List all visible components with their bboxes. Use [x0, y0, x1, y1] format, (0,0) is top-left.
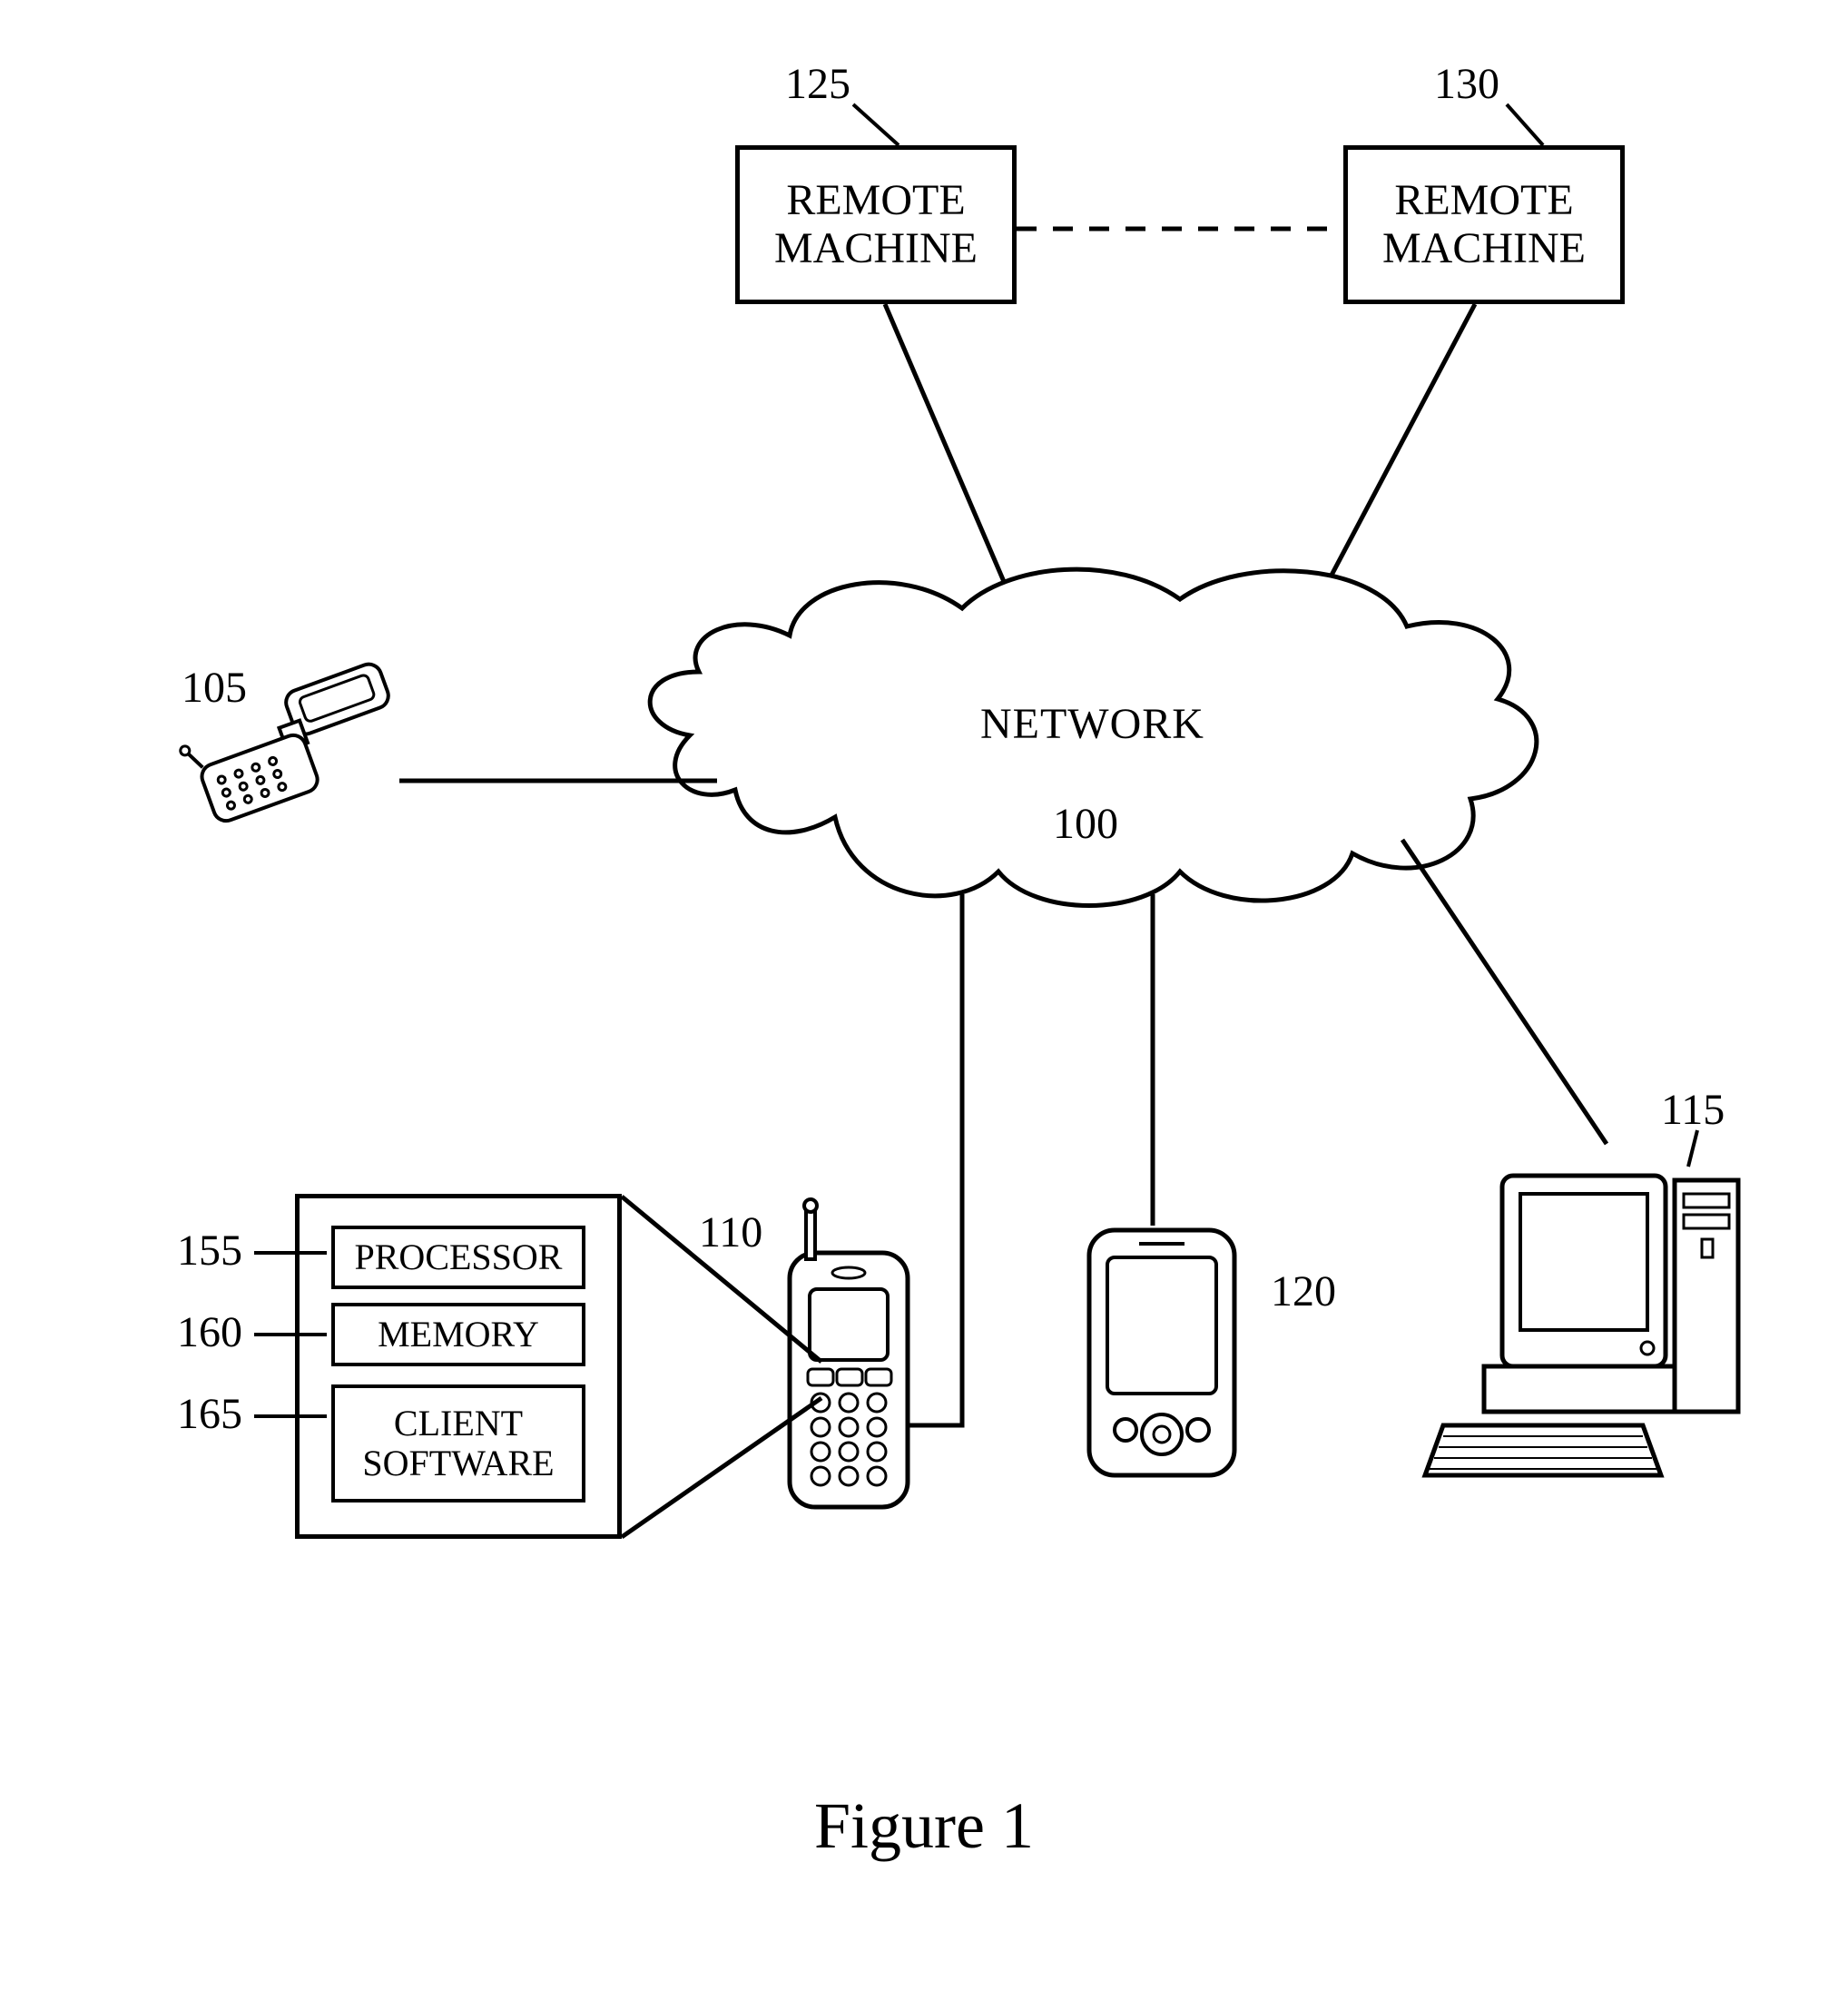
client-box-explode-lines — [0, 0, 1848, 2000]
figure-caption: Figure 1 — [0, 1788, 1848, 1864]
